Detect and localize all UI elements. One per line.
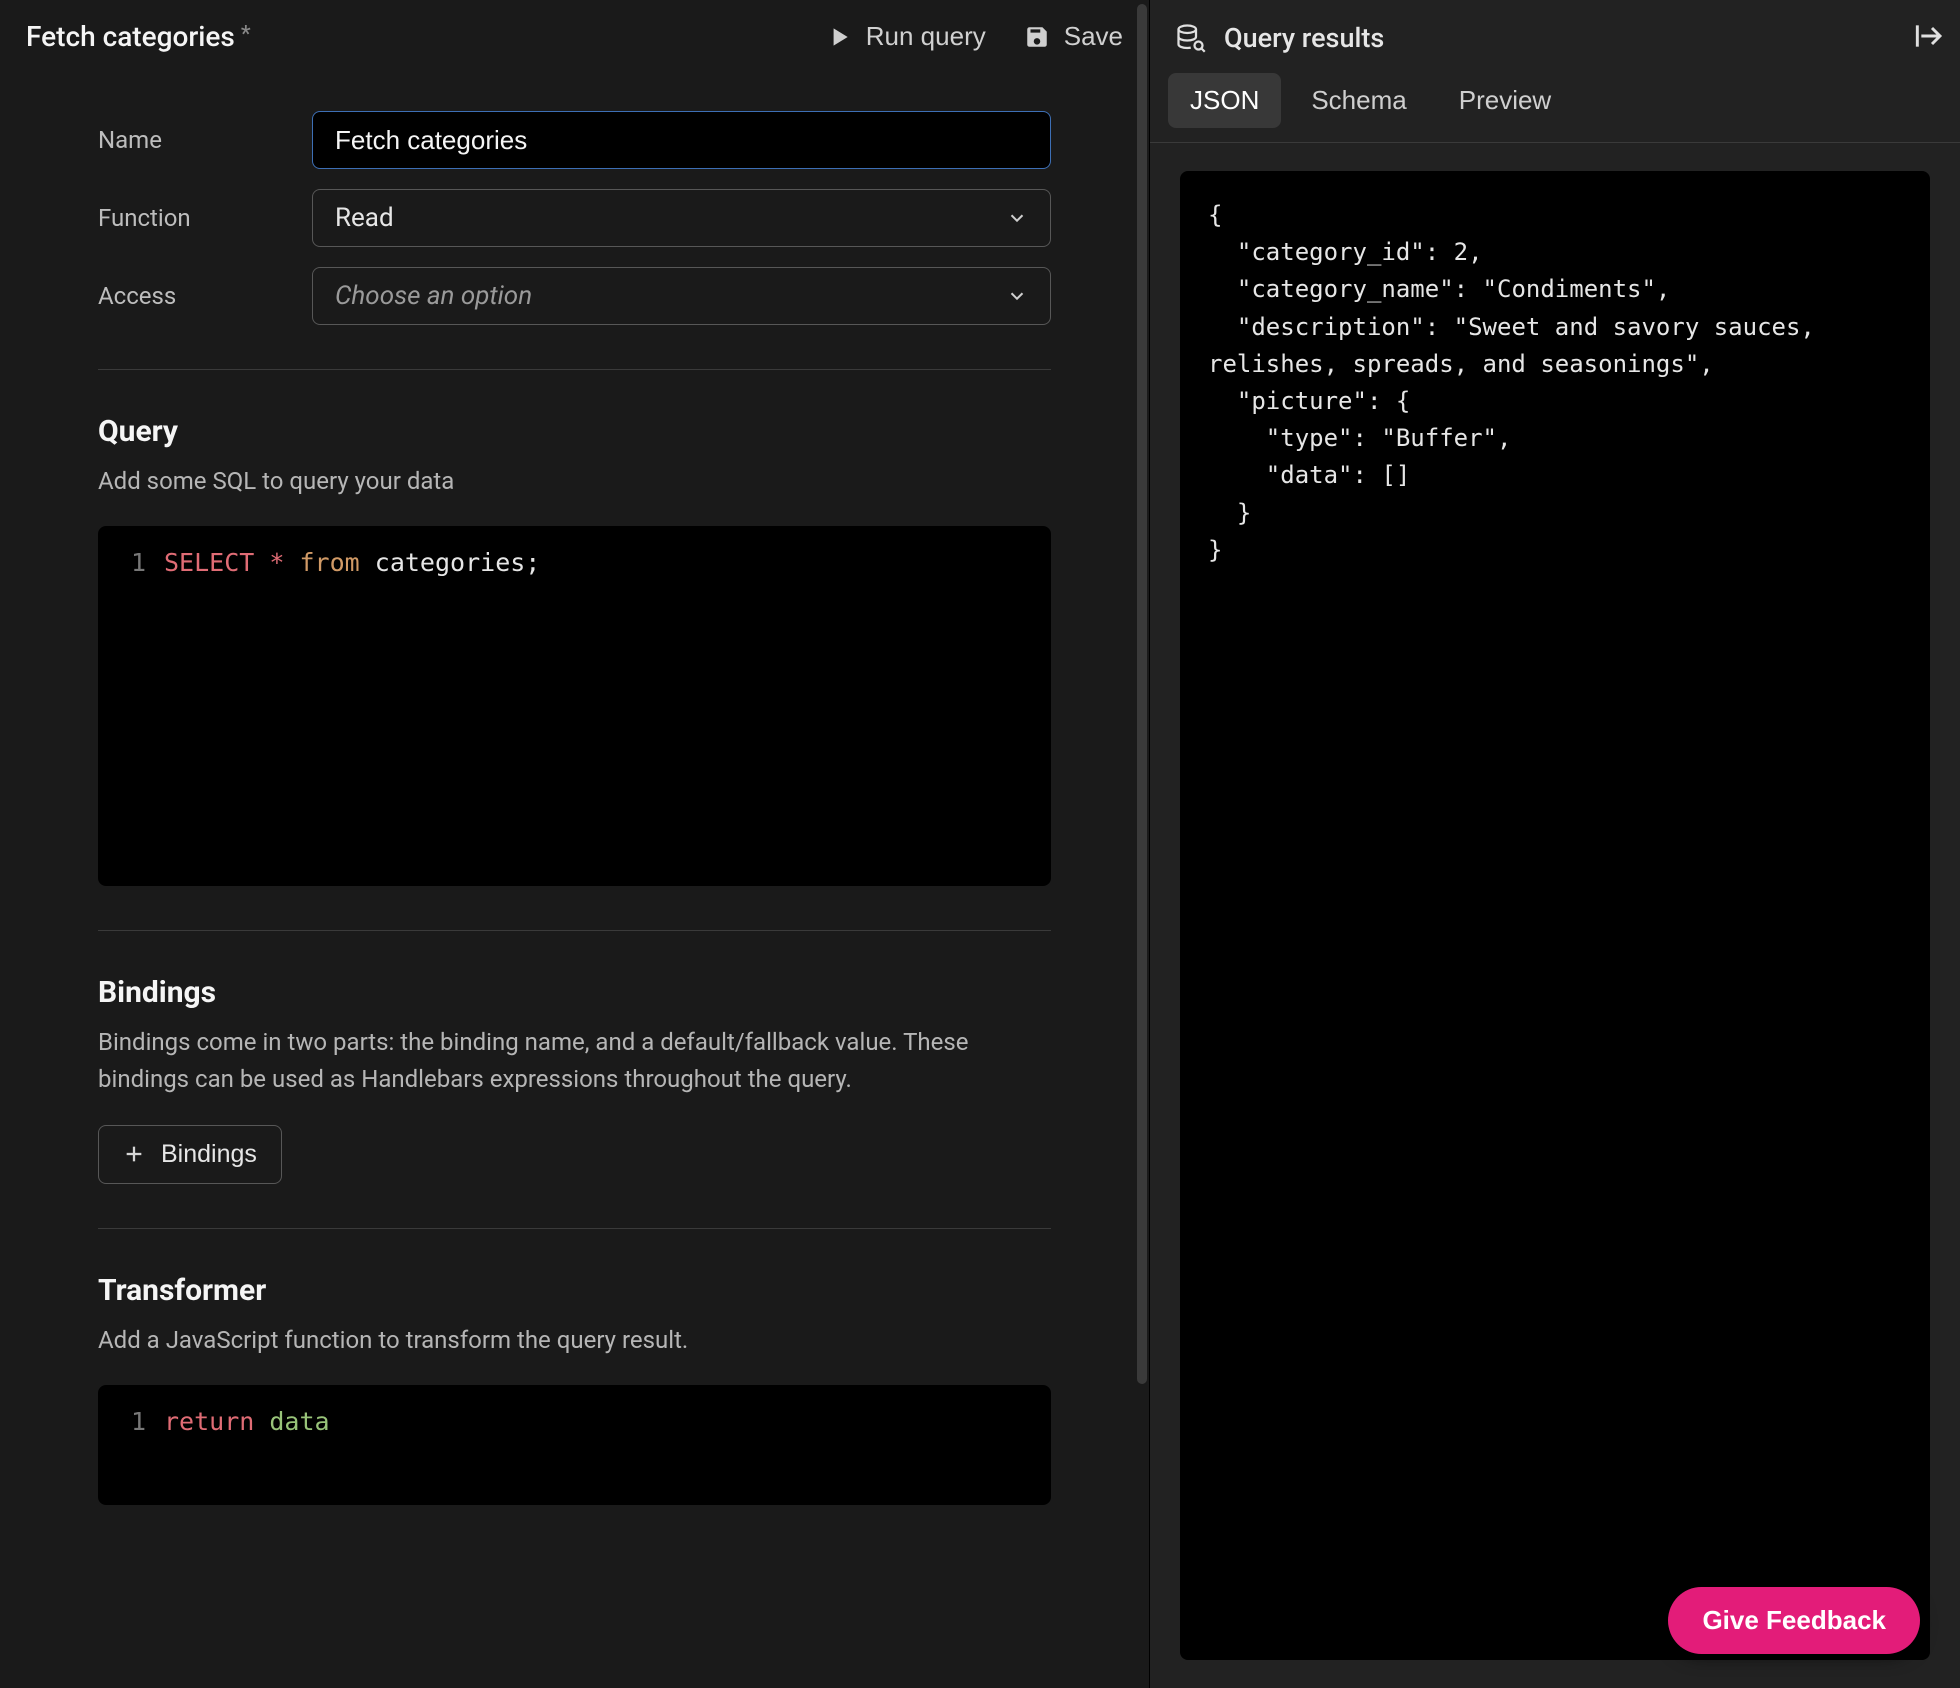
unsaved-indicator-icon: * xyxy=(241,22,251,47)
line-number: 1 xyxy=(118,1403,146,1441)
add-bindings-button[interactable]: Bindings xyxy=(98,1125,282,1184)
tab-schema[interactable]: Schema xyxy=(1289,73,1428,128)
results-tabs: JSON Schema Preview xyxy=(1150,73,1960,143)
divider xyxy=(98,930,1051,931)
access-select-placeholder: Choose an option xyxy=(335,281,532,311)
run-query-button[interactable]: Run query xyxy=(826,21,986,52)
divider xyxy=(98,1228,1051,1229)
function-select[interactable]: Read xyxy=(312,189,1051,247)
query-title-text: Fetch categories xyxy=(26,20,235,53)
page-title: Fetch categories * xyxy=(26,20,251,53)
query-results-icon xyxy=(1176,23,1206,53)
results-title-text: Query results xyxy=(1224,22,1384,54)
access-select[interactable]: Choose an option xyxy=(312,267,1051,325)
query-section-title: Query xyxy=(98,414,1051,449)
function-label: Function xyxy=(98,204,312,232)
name-label: Name xyxy=(98,126,312,154)
results-title: Query results xyxy=(1176,22,1384,54)
tab-json[interactable]: JSON xyxy=(1168,73,1281,128)
run-query-label: Run query xyxy=(866,21,986,52)
expand-panel-button[interactable] xyxy=(1912,20,1944,55)
js-identifier: data xyxy=(269,1407,329,1436)
bindings-section-title: Bindings xyxy=(98,975,1051,1010)
chevron-down-icon xyxy=(1006,285,1028,307)
save-button[interactable]: Save xyxy=(1024,21,1123,52)
transformer-section-subtitle: Add a JavaScript function to transform t… xyxy=(98,1322,1051,1359)
tab-preview[interactable]: Preview xyxy=(1437,73,1573,128)
js-keyword: return xyxy=(164,1407,254,1436)
transformer-section-title: Transformer xyxy=(98,1273,1051,1308)
sql-token: * xyxy=(269,548,284,577)
name-input[interactable] xyxy=(312,111,1051,169)
bindings-section-subtitle: Bindings come in two parts: the binding … xyxy=(98,1024,1051,1098)
give-feedback-button[interactable]: Give Feedback xyxy=(1668,1587,1920,1654)
plus-icon xyxy=(123,1143,145,1165)
access-label: Access xyxy=(98,282,312,310)
expand-right-icon xyxy=(1912,20,1944,52)
divider xyxy=(98,369,1051,370)
query-section-subtitle: Add some SQL to query your data xyxy=(98,463,1051,500)
transformer-editor[interactable]: 1 return data xyxy=(98,1385,1051,1505)
results-json-output[interactable]: { "category_id": 2, "category_name": "Co… xyxy=(1180,171,1930,1660)
bindings-button-label: Bindings xyxy=(161,1140,257,1169)
save-label: Save xyxy=(1064,21,1123,52)
line-number: 1 xyxy=(118,544,146,582)
save-icon xyxy=(1024,24,1050,50)
sql-keyword: SELECT xyxy=(164,548,254,577)
sql-keyword: from xyxy=(300,548,360,577)
scrollbar-thumb[interactable] xyxy=(1137,4,1147,1384)
chevron-down-icon xyxy=(1006,207,1028,229)
function-select-value: Read xyxy=(335,203,394,233)
sql-token: categories; xyxy=(375,548,541,577)
play-icon xyxy=(826,24,852,50)
query-editor[interactable]: 1 SELECT * from categories; xyxy=(98,526,1051,886)
